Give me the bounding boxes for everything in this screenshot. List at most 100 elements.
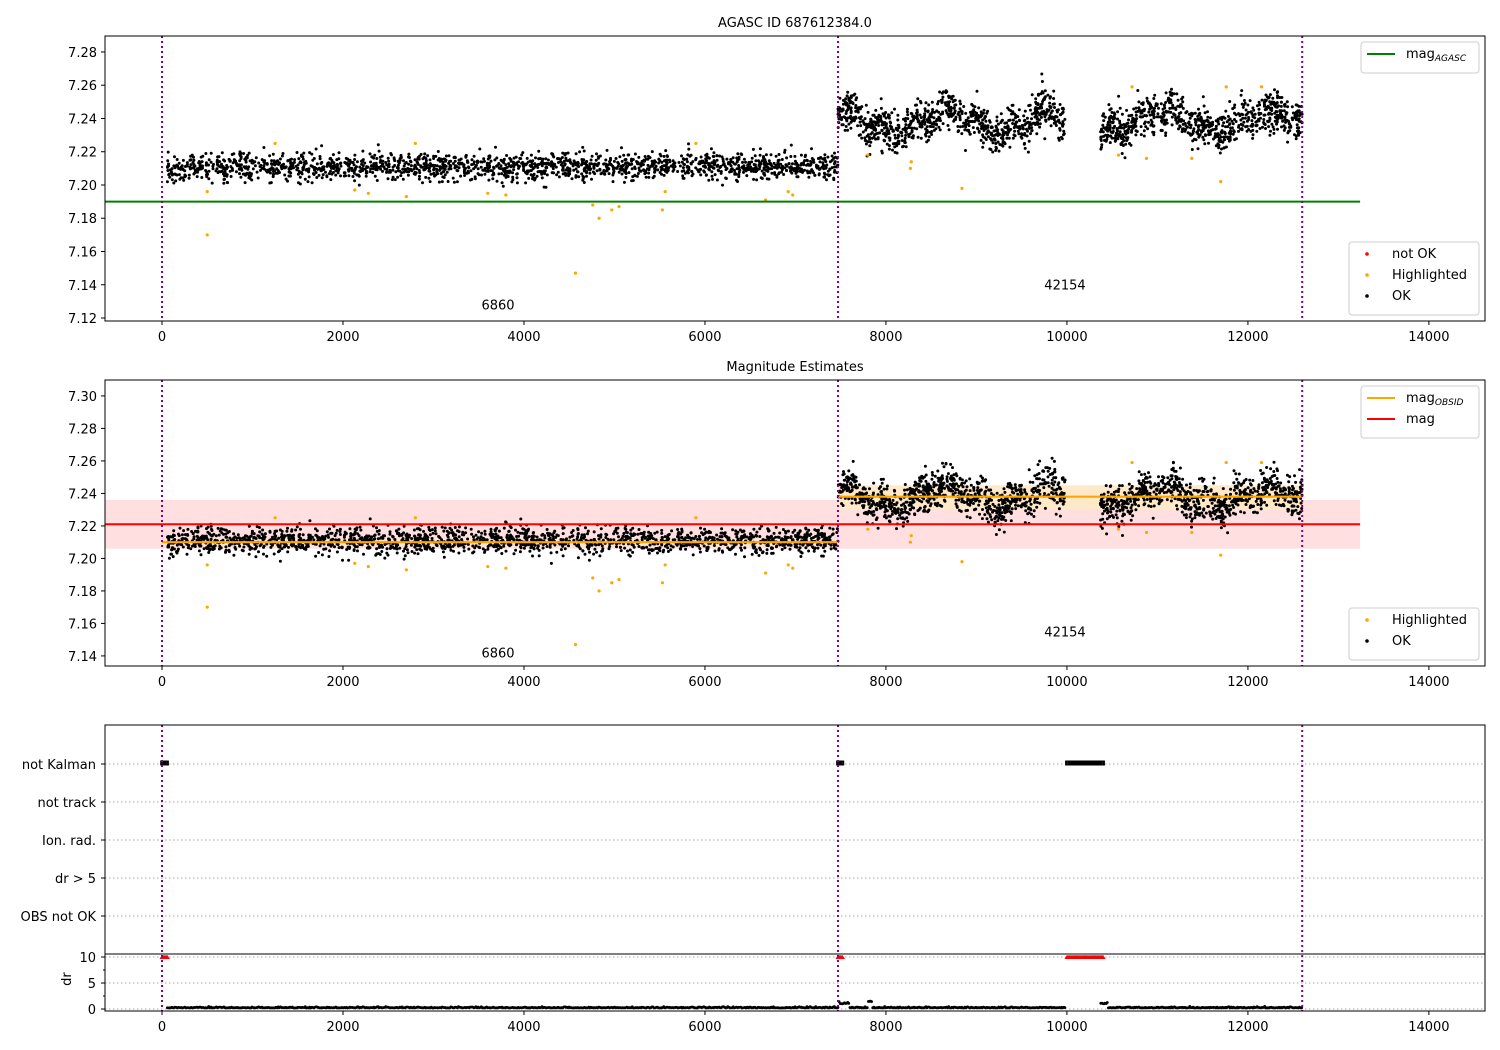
- data-point-ok: [1153, 93, 1157, 97]
- data-point-ok: [1112, 111, 1116, 115]
- data-point-ok: [303, 160, 306, 164]
- data-point-ok: [308, 519, 312, 523]
- data-point-ok: [1150, 120, 1154, 124]
- data-point-ok: [871, 123, 875, 127]
- data-point-ok: [765, 535, 769, 539]
- data-point-ok: [1199, 115, 1203, 119]
- data-point-ok: [1223, 116, 1227, 120]
- data-point-ok: [810, 147, 813, 151]
- data-point-ok: [415, 548, 419, 552]
- data-point-ok: [231, 161, 235, 165]
- data-point-ok: [938, 128, 942, 132]
- data-point-ok: [1159, 128, 1163, 132]
- data-point-ok: [476, 167, 480, 171]
- data-point-ok: [977, 119, 981, 123]
- data-point-ok: [400, 171, 404, 175]
- data-point-ok: [1062, 133, 1065, 137]
- data-point-ok: [181, 158, 185, 162]
- data-point-ok: [592, 530, 596, 534]
- data-point-ok: [795, 545, 799, 549]
- data-point-ok: [825, 163, 829, 167]
- data-point-ok: [498, 166, 502, 170]
- data-point-ok: [1164, 101, 1168, 104]
- data-point-ok: [166, 165, 170, 168]
- data-point-ok: [1134, 133, 1138, 137]
- data-point-ok: [951, 94, 955, 98]
- data-point-ok: [965, 119, 969, 123]
- data-point-ok: [1129, 143, 1133, 147]
- data-point-ok: [347, 547, 351, 550]
- data-point-ok: [576, 170, 580, 174]
- data-point-ok: [187, 173, 191, 177]
- data-point-ok: [896, 118, 900, 122]
- data-point-ok: [557, 157, 561, 161]
- data-point-ok: [1050, 109, 1054, 113]
- data-point-ok: [894, 126, 898, 130]
- data-point-ok: [1120, 112, 1124, 116]
- data-point-ok: [1237, 129, 1240, 133]
- data-point-ok: [1145, 96, 1149, 100]
- data-point-ok: [223, 171, 227, 175]
- data-point-ok: [172, 164, 176, 168]
- data-point-ok: [847, 122, 851, 126]
- data-point-ok: [1056, 119, 1060, 123]
- data-point-ok: [481, 547, 485, 551]
- data-point-ok: [989, 137, 992, 141]
- data-point-ok: [746, 163, 750, 167]
- data-point-ok: [1023, 133, 1027, 137]
- data-point-ok: [857, 106, 861, 109]
- data-point-ok: [170, 548, 173, 552]
- data-point-ok: [180, 533, 184, 537]
- data-point-ok: [915, 111, 918, 115]
- data-point-ok: [684, 547, 688, 551]
- data-point-ok: [308, 537, 311, 541]
- data-point-ok: [1170, 115, 1174, 119]
- data-point-ok: [1057, 138, 1061, 142]
- data-point-ok: [304, 547, 308, 551]
- data-point-ok: [831, 527, 835, 531]
- data-point-ok: [1294, 114, 1298, 118]
- data-point-ok: [793, 159, 797, 163]
- data-point-ok: [893, 150, 897, 154]
- data-point-ok: [1103, 138, 1106, 142]
- data-point-ok: [438, 165, 442, 169]
- data-point-ok: [386, 156, 390, 160]
- data-point-ok: [1033, 115, 1037, 119]
- y-tick-label: 7.12: [68, 312, 97, 327]
- data-point-ok: [647, 534, 651, 538]
- data-point-ok: [592, 166, 596, 170]
- data-point-ok: [397, 527, 401, 531]
- data-point-ok: [1206, 123, 1210, 127]
- data-point-ok: [510, 164, 514, 168]
- data-point-ok: [1022, 119, 1026, 123]
- data-point-ok: [1099, 137, 1103, 141]
- data-point-ok: [1027, 104, 1031, 108]
- data-point-ok: [784, 530, 787, 533]
- data-point-ok: [623, 526, 627, 530]
- data-point-ok: [623, 158, 627, 162]
- data-point-ok: [869, 118, 873, 122]
- data-point-ok: [1191, 112, 1195, 116]
- legend-label: OK: [1392, 289, 1411, 304]
- data-point-ok: [527, 176, 531, 180]
- data-point-ok: [293, 158, 297, 162]
- data-point-ok: [256, 176, 260, 180]
- data-point-ok: [428, 158, 432, 162]
- data-point-ok: [561, 151, 565, 155]
- data-point-ok: [470, 532, 474, 536]
- data-point-ok: [976, 116, 980, 120]
- data-point-ok: [854, 109, 858, 113]
- data-point-ok: [891, 128, 895, 132]
- data-point-ok: [224, 535, 228, 539]
- data-point-ok: [841, 102, 845, 106]
- data-point-ok: [895, 141, 899, 145]
- data-point-ok: [715, 154, 719, 158]
- data-point-ok: [1160, 120, 1164, 124]
- data-point-ok: [495, 526, 499, 530]
- data-point-ok: [1135, 117, 1139, 121]
- data-point-ok: [900, 139, 904, 142]
- data-point-ok: [433, 529, 437, 533]
- data-point-ok: [1123, 156, 1127, 160]
- data-point-ok: [1201, 126, 1205, 130]
- y-tick-label: 7.24: [68, 112, 97, 127]
